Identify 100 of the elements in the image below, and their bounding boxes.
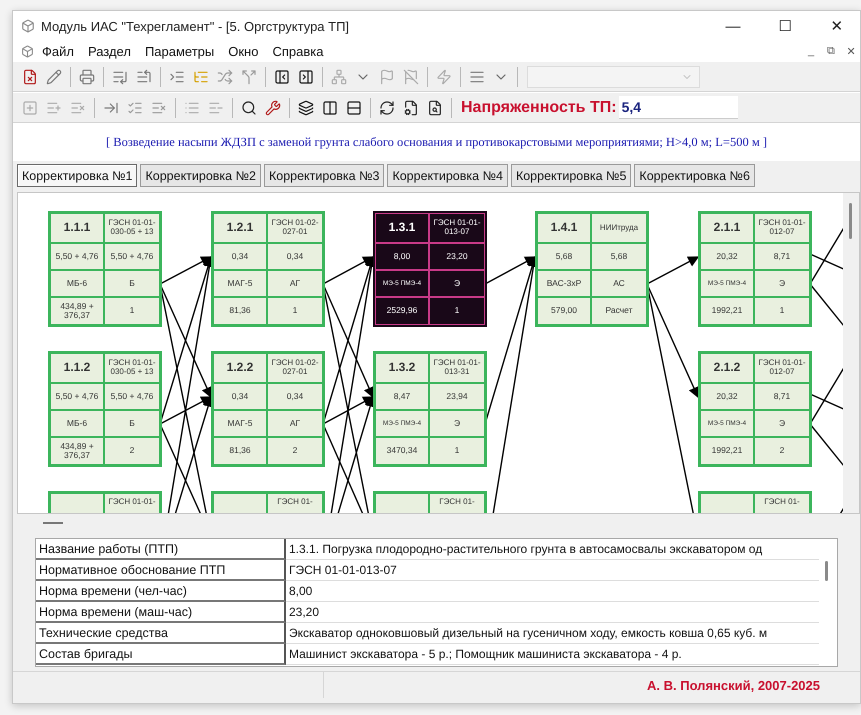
- diagram-node[interactable]: 1.2.1 ГЭСН 01-02-027-01 0,34 0,34 МАГ-5 АГ 81,36 1: [211, 211, 325, 327]
- node-code: ГЭСН 01-02-027-01: [267, 353, 323, 383]
- node-cell: 1: [429, 297, 485, 325]
- node-cell: АГ: [267, 410, 323, 437]
- node-cell: 1: [104, 297, 160, 325]
- node-code: ГЭСН 01-01-012-07: [754, 353, 810, 383]
- tension-field[interactable]: 5,4: [618, 96, 738, 119]
- node-cell: Э: [754, 270, 810, 297]
- property-label: Технические средства: [36, 623, 286, 644]
- property-label: Состав бригады: [36, 644, 286, 665]
- diagram-node[interactable]: 1.1.1 ГЭСН 01-01-030-05 + 13 5,50 + 4,76 5,50 + 4,76 МБ-6 Б 434,89 + 376,37 1: [48, 211, 162, 327]
- property-value: 23,20: [286, 602, 819, 623]
- minimize-button[interactable]: —: [710, 11, 756, 41]
- node-cell: 23,20: [429, 243, 485, 270]
- node-cell: Б: [104, 410, 160, 437]
- diagram-node[interactable]: 1.2.2 ГЭСН 01-02-027-01 0,34 0,34 МАГ-5 АГ 81,36 2: [211, 351, 325, 467]
- node-cell: 5,50 + 4,76: [104, 383, 160, 410]
- restore-button[interactable]: ⧉: [822, 43, 840, 59]
- node-cell: Э: [429, 270, 485, 297]
- node-cell: 0,34: [213, 383, 267, 410]
- property-value: 1.3.1. Погрузка плодородно-растительного грунта в автосамосвалы экскаватором од: [286, 539, 819, 560]
- node-cell: 8,71: [754, 243, 810, 270]
- node-cell: 8,71: [754, 383, 810, 410]
- node-code: ГЭСН 01-: [429, 493, 485, 513]
- node-cell: 23,94: [429, 383, 485, 410]
- node-cell: МБ-6: [50, 270, 104, 297]
- property-label: Название работы (ПТП): [36, 539, 286, 560]
- tab[interactable]: Корректировка №3: [264, 164, 384, 187]
- scrollbar[interactable]: [843, 193, 859, 513]
- node-cell: 0,34: [267, 243, 323, 270]
- menu-item[interactable]: Справка: [266, 44, 330, 58]
- diagram-node[interactable]: ГЭСН 01-: [373, 491, 487, 513]
- diagram-node[interactable]: 1.1.2 ГЭСН 01-01-030-05 + 13 5,50 + 4,76 5,50 + 4,76 МБ-6 Б 434,89 + 376,37 2: [48, 351, 162, 467]
- node-cell: АС: [591, 270, 647, 297]
- tab[interactable]: Корректировка №6: [634, 164, 755, 187]
- node-cell: 8,47: [375, 383, 429, 410]
- menu-item[interactable]: Файл: [36, 44, 80, 58]
- node-id: 2.1.2: [700, 353, 754, 383]
- node-code: НИИтруда: [591, 213, 647, 243]
- property-value: 8,00: [286, 581, 819, 602]
- property-label: Норма времени (чел-час): [36, 581, 286, 602]
- node-cell: ВАС-3хР: [537, 270, 591, 297]
- node-code: ГЭСН 01-01-012-07: [754, 213, 810, 243]
- node-id: 1.4.1: [537, 213, 591, 243]
- node-cell: 0,34: [267, 383, 323, 410]
- node-cell: Э: [754, 410, 810, 437]
- node-id: 1.3.2: [375, 353, 429, 383]
- tab[interactable]: Корректировка №2: [140, 164, 261, 187]
- node-cell: АГ: [267, 270, 323, 297]
- tab[interactable]: Корректировка №1: [17, 164, 138, 187]
- node-id: 2.1.1: [700, 213, 754, 243]
- maximize-button[interactable]: ☐: [762, 11, 808, 41]
- node-cell: 434,89 + 376,37: [50, 437, 104, 465]
- menu-item[interactable]: Раздел: [82, 44, 137, 58]
- node-cell: 579,00: [537, 297, 591, 325]
- menu-item[interactable]: Окно: [222, 44, 264, 58]
- project-subtitle: [ Возведение насыпи ЖДЗП с заменой грунта слабого основания и противокарстовыми мероприятиями; H>4,0 м; L=500 м ]: [106, 134, 768, 150]
- node-code: ГЭСН 01-: [754, 493, 810, 513]
- node-cell: 8,00: [375, 243, 429, 270]
- document-icon: [21, 44, 34, 58]
- node-code: ГЭСН 01-: [267, 493, 323, 513]
- close-button[interactable]: ✕: [842, 43, 860, 59]
- node-cell: МАГ-5: [213, 270, 267, 297]
- node-cell: 3470,34: [375, 437, 429, 465]
- node-cell: 81,36: [213, 297, 267, 325]
- node-cell: 1992,21: [700, 297, 754, 325]
- close-button[interactable]: ✕: [814, 11, 860, 41]
- node-code: ГЭСН 01-01-013-31: [429, 353, 485, 383]
- node-cell: 2: [267, 437, 323, 465]
- node-code: ГЭСН 01-01-: [104, 493, 160, 513]
- node-cell: 5,68: [591, 243, 647, 270]
- node-code: ГЭСН 01-01-030-05 + 13: [104, 213, 160, 243]
- diagram-node[interactable]: 1.4.1 НИИтруда 5,68 5,68 ВАС-3хР АС 579,00 Расчет: [535, 211, 649, 327]
- node-cell: 0,34: [213, 243, 267, 270]
- node-cell: 20,32: [700, 243, 754, 270]
- diagram-node[interactable]: ГЭСН 01-01-: [48, 491, 162, 513]
- node-cell: МАГ-5: [213, 410, 267, 437]
- node-id: 1.1.2: [50, 353, 104, 383]
- node-cell: 1992,21: [700, 437, 754, 465]
- node-id: 1.3.1: [375, 213, 429, 243]
- node-cell: МБ-6: [50, 410, 104, 437]
- node-cell: 5,50 + 4,76: [50, 243, 104, 270]
- node-cell: 5,68: [537, 243, 591, 270]
- property-label: Норма времени (маш-час): [36, 602, 286, 623]
- node-cell: 81,36: [213, 437, 267, 465]
- node-cell: 5,50 + 4,76: [104, 243, 160, 270]
- node-id: 1.2.2: [213, 353, 267, 383]
- tension-label: Напряженность ТП:: [461, 98, 617, 116]
- minimize-button[interactable]: _: [802, 43, 820, 59]
- property-value: Машинист экскаватора - 5 р.; Помощник машиниста экскаватора - 4 р.: [286, 644, 819, 665]
- node-id: 1.2.1: [213, 213, 267, 243]
- menu-item[interactable]: Параметры: [138, 44, 220, 58]
- diagram-node[interactable]: ГЭСН 01-: [211, 491, 325, 513]
- tab[interactable]: Корректировка №4: [387, 164, 508, 187]
- tab[interactable]: Корректировка №5: [510, 164, 632, 187]
- node-cell: Расчет: [591, 297, 647, 325]
- diagram-node[interactable]: ГЭСН 01-: [698, 491, 812, 513]
- node-cell: 5,50 + 4,76: [50, 383, 104, 410]
- window-title: Модуль ИАС "Техрегламент" - [5. Оргструктура ТП]: [41, 18, 350, 34]
- app-icon: [21, 19, 35, 33]
